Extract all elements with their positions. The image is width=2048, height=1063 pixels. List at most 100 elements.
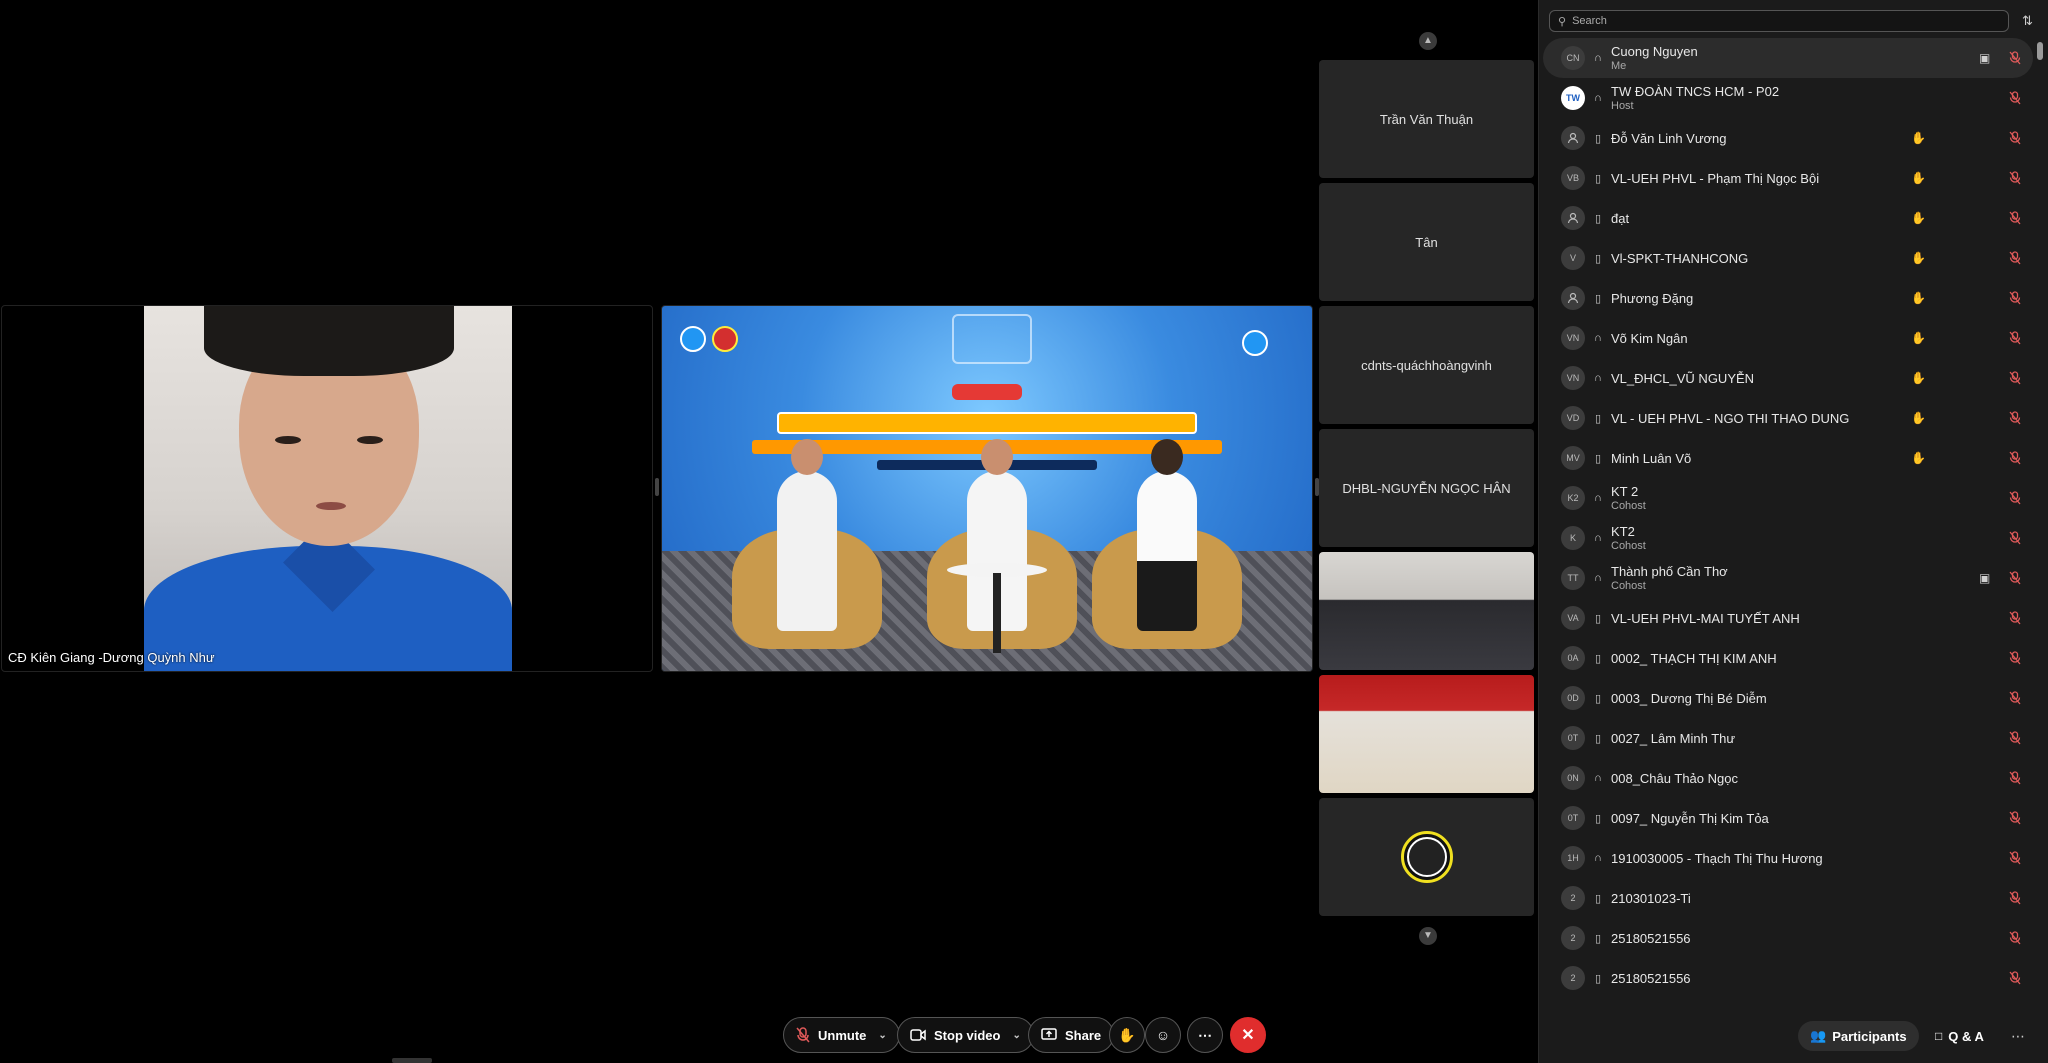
participant-name: 25180521556 [1611,930,1691,946]
participant-row[interactable]: VB ▯ VL-UEH PHVL - Phạm Thị Ngọc Bội ✋ [1543,158,2033,198]
mic-muted-icon[interactable] [2009,771,2023,785]
participant-row[interactable]: V ▯ Vl-SPKT-THANHCONG ✋ [1543,238,2033,278]
phone-icon: ▯ [1594,212,1602,225]
mic-muted-icon[interactable] [2009,51,2023,65]
mic-muted-icon[interactable] [2009,691,2023,705]
participant-row[interactable]: VN ∩ VL_ĐHCL_VŨ NGUYỄN ✋ [1543,358,2033,398]
mic-muted-icon[interactable] [2009,131,2023,145]
mic-muted-icon[interactable] [2009,851,2023,865]
participant-name: KT2 [1611,524,1635,539]
mic-muted-icon[interactable] [2009,291,2023,305]
participant-row[interactable]: 2 ▯ 210301023-Ti [1543,878,2033,918]
speaker-video-tile[interactable]: CĐ Kiên Giang -Dương Quỳnh Như [1,305,653,672]
search-input[interactable] [1572,15,2008,27]
more-options-button[interactable]: ⋯ [1187,1017,1223,1053]
mic-muted-icon[interactable] [2009,171,2023,185]
more-horizontal-icon[interactable]: ⋯ [2011,1028,2026,1045]
participant-row[interactable]: 2 ▯ 25180521556 [1543,918,2033,958]
avatar: VA [1561,606,1585,630]
participant-row[interactable]: 0T ▯ 0027_ Lâm Minh Thư [1543,718,2033,758]
participant-row[interactable]: 0T ▯ 0097_ Nguyễn Thị Kim Tỏa [1543,798,2033,838]
raised-hand-icon: ✋ [1911,291,1926,305]
mic-muted-icon[interactable] [2009,251,2023,265]
participant-row[interactable]: ▯ Phương Đặng ✋ [1543,278,2033,318]
leave-meeting-button[interactable]: ✕ [1230,1017,1266,1053]
mic-muted-icon[interactable] [2009,611,2023,625]
tile-resize-handle[interactable] [655,478,659,496]
mic-muted-icon[interactable] [2009,971,2023,985]
mic-muted-icon[interactable] [2009,931,2023,945]
organizer-logo-left [680,316,740,356]
thumbnail-tile[interactable]: Trần Văn Thuận [1319,60,1534,178]
participant-row[interactable]: TT ∩ Thành phố Cần Thơ Cohost ▣ [1543,558,2033,598]
mic-muted-icon[interactable] [2009,371,2023,385]
mic-muted-icon[interactable] [2009,451,2023,465]
thumbnail-tile[interactable]: Tân [1319,183,1534,301]
mic-muted-icon[interactable] [2009,91,2023,105]
banner-title [662,384,1312,400]
mic-muted-icon[interactable] [2009,651,2023,665]
participant-row[interactable]: K ∩ KT2 Cohost [1543,518,2033,558]
user-icon [1567,132,1579,144]
sort-icon[interactable]: ⇅ [2022,13,2033,29]
mic-muted-icon[interactable] [2009,411,2023,425]
thumbnail-tile[interactable] [1319,798,1534,916]
mic-muted-icon[interactable] [2009,211,2023,225]
participant-info: Minh Luân Võ [1611,451,1691,466]
thumbnails-scroll-down-icon[interactable]: ▼ [1419,927,1437,945]
participant-row[interactable]: MV ▯ Minh Luân Võ ✋ [1543,438,2033,478]
participant-name: 0002_ THẠCH THỊ KIM ANH [1611,650,1777,666]
thumbnail-video-meeting-room[interactable] [1319,675,1534,793]
thumbnail-tile[interactable]: DHBL-NGUYỄN NGỌC HÂN [1319,429,1534,547]
participant-row[interactable]: VA ▯ VL-UEH PHVL-MAI TUYẾT ANH [1543,598,2033,638]
window-resize-bar[interactable] [392,1058,432,1063]
participant-row[interactable]: 0D ▯ 0003_ Dương Thị Bé Diễm [1543,678,2033,718]
reactions-button[interactable]: ☺ [1145,1017,1181,1053]
participant-row[interactable]: TW ∩ TW ĐOÀN TNCS HCM - P02 Host [1543,78,2033,118]
mic-muted-icon[interactable] [2009,571,2023,585]
share-button[interactable]: Share [1028,1017,1115,1053]
unmute-button[interactable]: Unmute ⌄ [783,1017,900,1053]
participant-info: 25180521556 [1611,931,1691,946]
thumbnail-video-classroom[interactable] [1319,552,1534,670]
participant-row[interactable]: VN ∩ Võ Kim Ngân ✋ [1543,318,2033,358]
headset-icon: ∩ [1594,332,1602,344]
participant-list-scrollbar[interactable] [2036,28,2044,1003]
chevron-down-icon[interactable]: ⌄ [1012,1030,1020,1041]
participant-row[interactable]: 1H ∩ 1910030005 - Thạch Thị Thu Hương [1543,838,2033,878]
participant-row[interactable]: K2 ∩ KT 2 Cohost [1543,478,2033,518]
tab-qa[interactable]: □ Q & A [1923,1021,1996,1051]
mic-muted-icon[interactable] [2009,811,2023,825]
shared-content-tile[interactable] [661,305,1313,672]
mic-muted-icon[interactable] [2009,331,2023,345]
mic-muted-icon[interactable] [2009,531,2023,545]
speaker-video-feed [144,306,512,671]
participant-name: 0027_ Lâm Minh Thư [1611,730,1736,746]
participant-row[interactable]: ▯ Đỗ Văn Linh Vương ✋ [1543,118,2033,158]
headset-icon: ∩ [1594,92,1602,104]
chevron-down-icon[interactable]: ⌄ [878,1030,886,1041]
tab-participants[interactable]: 👥 Participants [1798,1021,1919,1051]
raised-hand-icon: ✋ [1911,211,1926,225]
thumbnails-scroll-up-icon[interactable]: ▲ [1419,32,1437,50]
participant-row[interactable]: 2 ▯ 25180521556 [1543,958,2033,998]
participant-row[interactable]: VD ▯ VL - UEH PHVL - NGO THI THAO DUNG ✋ [1543,398,2033,438]
participant-role: Cohost [1611,500,1646,512]
participant-row[interactable]: CN ∩ Cuong Nguyen Me ▣ [1543,38,2033,78]
participant-row[interactable]: 0A ▯ 0002_ THẠCH THỊ KIM ANH [1543,638,2033,678]
raise-hand-button[interactable]: ✋ [1109,1017,1145,1053]
participant-info: Vl-SPKT-THANHCONG [1611,251,1748,266]
participant-info: 0003_ Dương Thị Bé Diễm [1611,691,1767,706]
avatar: VN [1561,366,1585,390]
stop-video-button[interactable]: Stop video ⌄ [897,1017,1034,1053]
mic-muted-icon[interactable] [2009,491,2023,505]
mic-muted-icon[interactable] [2009,891,2023,905]
mic-muted-icon[interactable] [2009,731,2023,745]
participant-row[interactable]: 0N ∩ 008_Châu Thảo Ngọc [1543,758,2033,798]
search-box[interactable]: ⚲ [1549,10,2009,32]
headset-icon: ∩ [1594,492,1602,504]
avatar: K2 [1561,486,1585,510]
thumbnail-tile[interactable]: cdnts-quáchhoàngvinh [1319,306,1534,424]
participant-row[interactable]: ▯ đạt ✋ [1543,198,2033,238]
phone-icon: ▯ [1594,452,1602,465]
